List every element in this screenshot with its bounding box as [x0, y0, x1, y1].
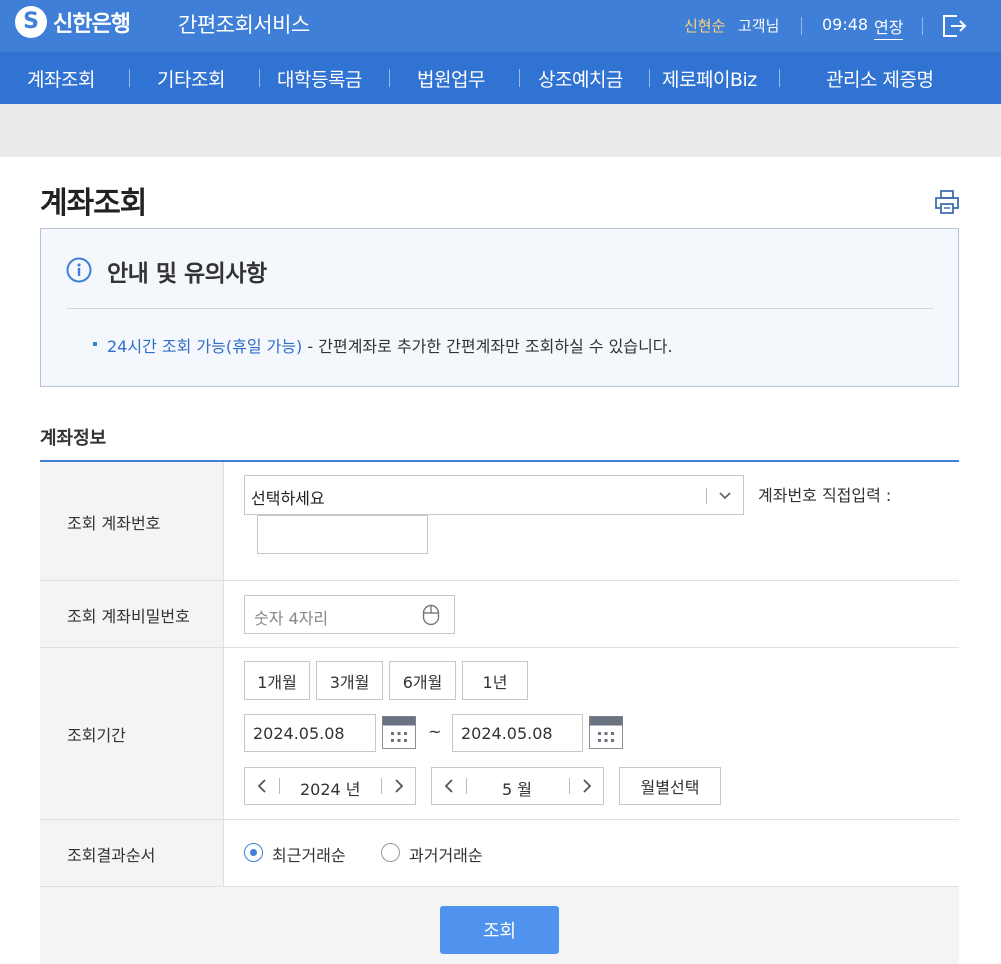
info-icon [66, 257, 92, 283]
row-divider [40, 580, 959, 581]
date-separator: ~ [428, 722, 442, 741]
nav-divider [259, 69, 260, 87]
nav-divider [389, 69, 390, 87]
month-prev-button[interactable] [432, 768, 466, 804]
account-select-value: 선택하세요 [251, 489, 325, 508]
account-password-input[interactable]: 숫자 4자리 [244, 595, 455, 634]
account-select[interactable]: 선택하세요 [244, 475, 744, 515]
print-icon[interactable] [934, 189, 960, 215]
nav-divider [519, 69, 520, 87]
page-title: 계좌조회 [40, 186, 147, 221]
notice-text: - 간편계좌로 추가한 간편계좌만 조회하실 수 있습니다. [302, 337, 673, 356]
period-1-month-button[interactable]: 1개월 [244, 661, 310, 700]
month-select-button[interactable]: 월별선택 [619, 767, 721, 805]
month-value: 5 월 [502, 780, 532, 799]
result-order-label: 조회결과순서 [67, 846, 156, 865]
divider [922, 17, 923, 35]
notice-title: 안내 및 유의사항 [107, 261, 267, 287]
year-stepper: 2024 년 [244, 767, 416, 805]
start-date-value: 2024.05.08 [253, 724, 345, 743]
sub-banner [0, 104, 1001, 157]
user-name: 신현순 [684, 17, 726, 35]
period-1-year-button[interactable]: 1년 [462, 661, 528, 700]
nav-item-zeropay-biz[interactable]: 제로페이Biz [662, 65, 757, 92]
chevron-left-icon [257, 779, 266, 793]
year-next-button[interactable] [382, 768, 416, 804]
calendar-icon[interactable] [382, 716, 416, 749]
chevron-down-icon [719, 492, 731, 500]
nav-divider [779, 69, 780, 87]
bullet [93, 342, 97, 346]
divider [67, 308, 933, 309]
order-past-label[interactable]: 과거거래순 [409, 842, 483, 866]
year-prev-button[interactable] [245, 768, 279, 804]
end-date-value: 2024.05.08 [461, 724, 553, 743]
row-divider [40, 647, 959, 648]
period-3-month-button[interactable]: 3개월 [316, 661, 383, 700]
section-title: 계좌정보 [40, 428, 107, 449]
divider [706, 488, 707, 504]
logo-text: 신한은행 [53, 12, 131, 37]
session-timer: 09:48 [822, 15, 869, 34]
start-date-input[interactable]: 2024.05.08 [244, 714, 376, 752]
shinhan-logo[interactable]: S 신한은행 [15, 6, 131, 38]
password-placeholder: 숫자 4자리 [254, 609, 329, 628]
direct-input-label: 계좌번호 직접입력 : [758, 486, 892, 505]
year-value: 2024 년 [300, 780, 361, 799]
period-6-month-button[interactable]: 6개월 [389, 661, 456, 700]
month-stepper: 5 월 [431, 767, 604, 805]
nav-divider [129, 69, 130, 87]
extend-session-link[interactable]: 연장 [874, 14, 904, 40]
notice-box: 안내 및 유의사항 24시간 조회 가능(휴일 가능) - 간편계좌로 추가한 … [40, 228, 959, 387]
nav-divider [649, 69, 650, 87]
search-submit-button[interactable]: 조회 [440, 906, 559, 954]
calendar-icon[interactable] [589, 716, 623, 749]
logout-icon[interactable] [940, 12, 968, 40]
nav-item-account-inquiry[interactable]: 계좌조회 [27, 65, 95, 92]
nav-item-funeral-deposit[interactable]: 상조예치금 [538, 65, 623, 92]
divider [279, 778, 280, 794]
chevron-right-icon [395, 779, 404, 793]
nav-item-tuition[interactable]: 대학등록금 [277, 65, 362, 92]
row-divider [40, 819, 959, 820]
divider [466, 778, 467, 794]
end-date-input[interactable]: 2024.05.08 [452, 714, 583, 752]
order-recent-radio[interactable] [244, 843, 263, 862]
user-suffix: 고객님 [738, 17, 780, 35]
order-past-radio[interactable] [381, 843, 400, 862]
divider [801, 17, 802, 35]
nav-item-management-certificate[interactable]: 관리소 제증명 [826, 65, 934, 92]
notice-highlight: 24시간 조회 가능(휴일 가능) [107, 337, 303, 356]
main-nav: 계좌조회 기타조회 대학등록금 법원업무 상조예치금 제로페이Biz 관리소 제… [0, 52, 1001, 104]
service-title: 간편조회서비스 [178, 13, 310, 37]
top-bar: S 신한은행 간편조회서비스 신현순 고객님 09:48 연장 [0, 0, 1001, 52]
period-label: 조회기간 [67, 726, 126, 745]
direct-account-input[interactable] [257, 515, 428, 554]
chevron-right-icon [583, 779, 592, 793]
shinhan-logo-icon: S [15, 6, 47, 38]
order-recent-label[interactable]: 최근거래순 [272, 842, 346, 866]
mouse-keypad-icon[interactable] [422, 604, 440, 626]
account-password-label: 조회 계좌비밀번호 [67, 607, 190, 626]
notice-item: 24시간 조회 가능(휴일 가능) - 간편계좌로 추가한 간편계좌만 조회하실… [107, 333, 673, 357]
chevron-left-icon [444, 779, 453, 793]
account-number-label: 조회 계좌번호 [67, 514, 161, 533]
month-next-button[interactable] [570, 768, 604, 804]
nav-item-other-inquiry[interactable]: 기타조회 [157, 65, 225, 92]
nav-item-court[interactable]: 법원업무 [417, 65, 485, 92]
